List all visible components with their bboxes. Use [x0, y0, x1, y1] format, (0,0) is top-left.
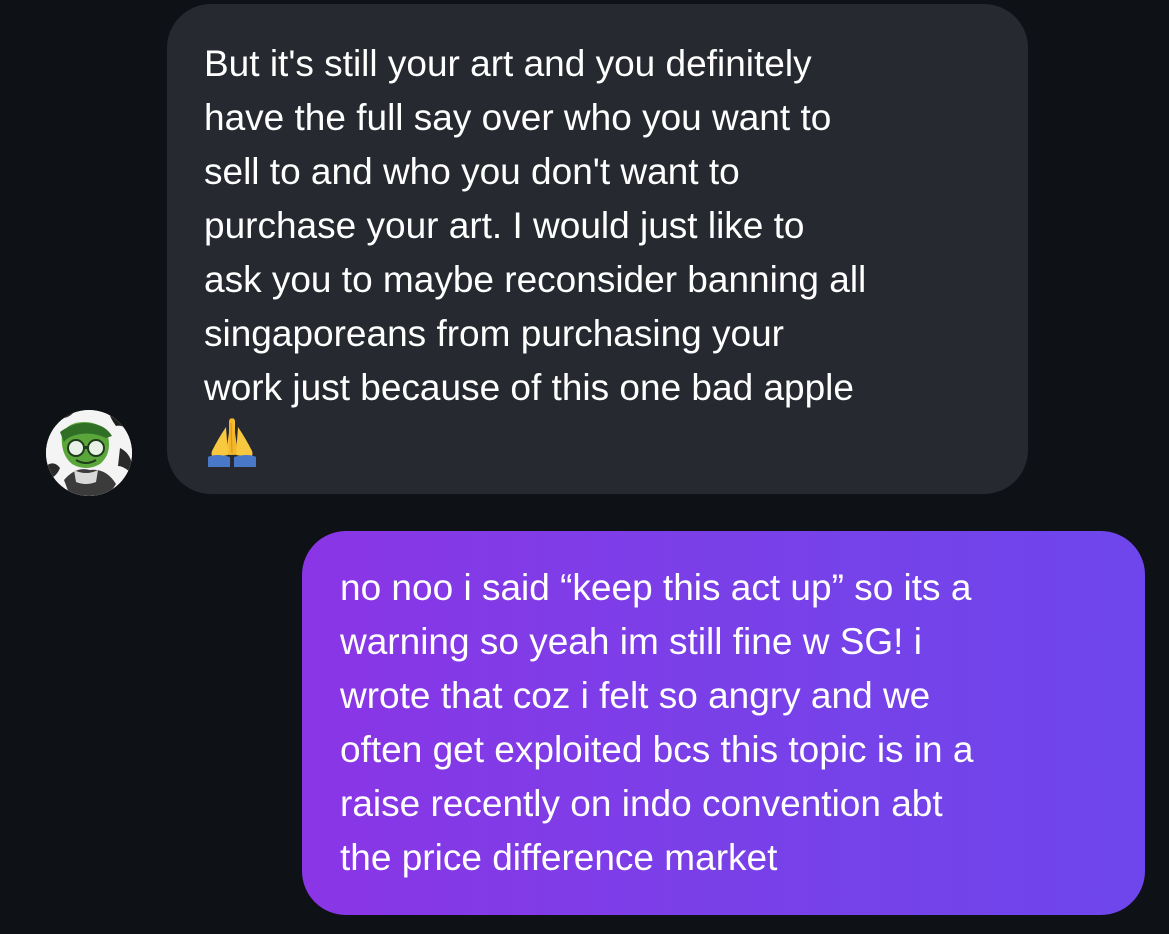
message-text-line: the price difference market: [340, 837, 778, 878]
avatar-image: [46, 410, 132, 496]
message-text-line: singaporeans from purchasing your: [204, 313, 784, 354]
outgoing-message-bubble[interactable]: no noo i said “keep this act up” so its …: [302, 531, 1145, 915]
message-text-line: work just because of this one bad apple: [204, 367, 854, 408]
message-text-line: purchase your art. I would just like to: [204, 205, 805, 246]
avatar[interactable]: [46, 410, 132, 496]
message-text-line: raise recently on indo convention abt: [340, 783, 943, 824]
message-text-line: wrote that coz i felt so angry and we: [340, 675, 931, 716]
message-text-line: ask you to maybe reconsider banning all: [204, 259, 867, 300]
message-text-line: no noo i said “keep this act up” so its …: [340, 567, 972, 608]
message-text-line: But it's still your art and you definite…: [204, 43, 812, 84]
message-text-line: have the full say over who you want to: [204, 97, 832, 138]
message-text-line: warning so yeah im still fine w SG! i: [340, 621, 922, 662]
incoming-message-bubble[interactable]: But it's still your art and you definite…: [167, 4, 1028, 494]
chat-screen: But it's still your art and you definite…: [0, 0, 1169, 934]
message-text-line: sell to and who you don't want to: [204, 151, 740, 192]
folded-hands-icon: [204, 417, 998, 471]
message-text-line: often get exploited bcs this topic is in…: [340, 729, 974, 770]
